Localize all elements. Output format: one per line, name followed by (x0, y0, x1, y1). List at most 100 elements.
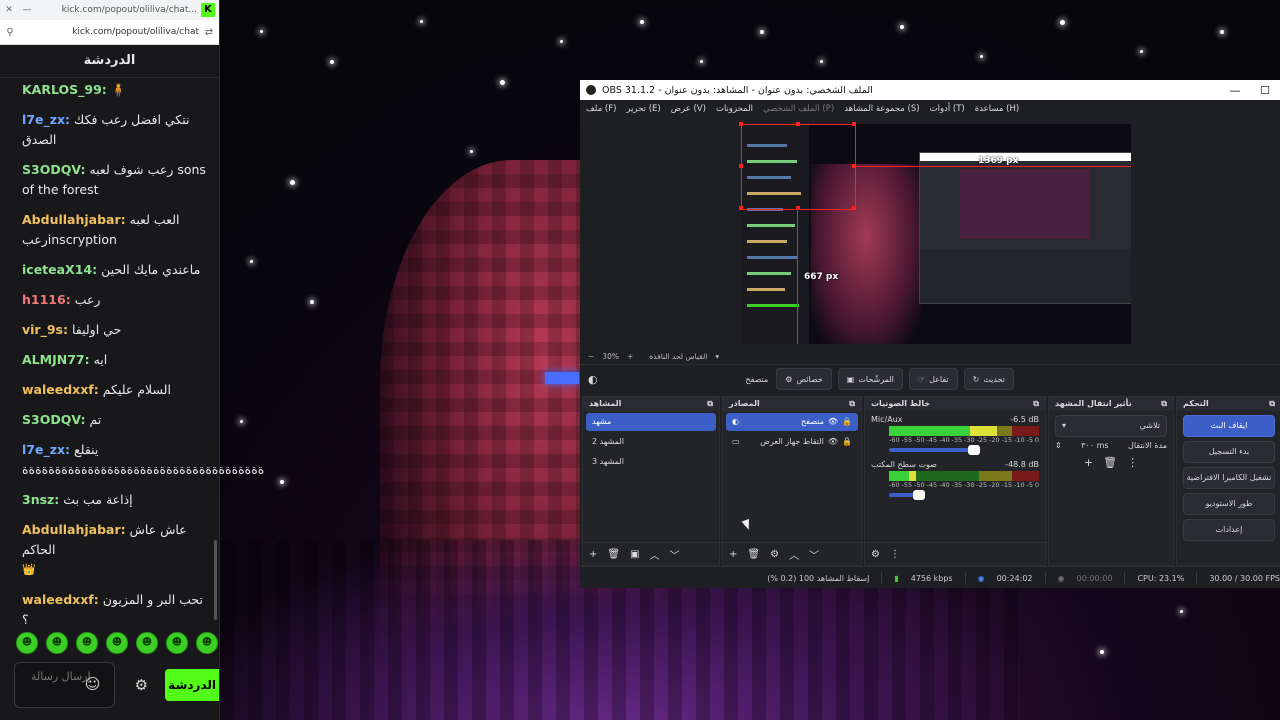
more-options-icon[interactable]: ⋮ (1127, 456, 1138, 469)
menu-item[interactable]: الملف الشخصي (P) (763, 104, 834, 114)
chat-message-text: ماعندي مايك الحين (101, 262, 201, 277)
menu-item[interactable]: مجموعة المشاهد (S) (844, 104, 919, 114)
scene-item[interactable]: المشهد 3 (586, 453, 716, 471)
chat-username[interactable]: S3ODQV: (22, 162, 85, 177)
advanced-audio-icon[interactable]: ⚙ (871, 549, 880, 560)
menu-item[interactable]: ملف (F) (586, 104, 616, 114)
maximize-icon[interactable]: ☐ (1250, 84, 1280, 97)
add-icon[interactable]: + (729, 549, 737, 560)
chat-username[interactable]: waleedxxf: (22, 382, 99, 397)
chevron-up-icon[interactable]: ︿ (650, 547, 660, 562)
menu-item[interactable]: عرض (V) (671, 104, 706, 114)
selected-source-name: متصفح (745, 374, 769, 384)
emote-icon[interactable]: ☻ (46, 632, 68, 654)
emote-icon[interactable]: ☻ (166, 632, 188, 654)
undock-icon[interactable]: ⧉ (1269, 397, 1275, 411)
control-button[interactable]: تشغيل الكاميرا الافتراضية (1183, 467, 1275, 489)
menu-item[interactable]: المحزونات (716, 104, 753, 114)
add-icon[interactable]: + (1084, 456, 1093, 469)
undock-icon[interactable]: ⧉ (707, 397, 713, 411)
chevron-down-icon[interactable]: ﹀ (670, 547, 680, 562)
chat-username[interactable]: 3nsz: (22, 492, 59, 507)
chevron-down-icon[interactable]: ﹀ (809, 547, 819, 562)
emoji-icon[interactable]: ☺ (85, 675, 101, 693)
gear-icon[interactable]: ⚙ (770, 549, 779, 560)
scale-tick: -40 (939, 481, 950, 489)
control-button[interactable]: بدء التسجيل (1183, 441, 1275, 463)
close-tab-icon[interactable]: ✕ (0, 5, 18, 15)
chat-input[interactable]: إرسال رسالة ☺ (14, 662, 116, 708)
zoom-in-icon[interactable]: + (627, 352, 633, 361)
transition-select[interactable]: ▾ تلاشي (1055, 415, 1167, 437)
zoom-mode[interactable]: القياس لحد النافذة (649, 352, 707, 361)
menu-item[interactable]: أدوات (T) (930, 104, 965, 114)
audio-mixer-dock: خالط الصوتيات ⧉ Mic/Aux -6.5 dB -60 -55 -50 -4… (864, 396, 1051, 566)
menu-item[interactable]: مساعدة (H) (975, 104, 1019, 114)
volume-slider[interactable] (889, 445, 980, 455)
chat-username[interactable]: iceteaX14: (22, 262, 97, 277)
chat-send-button[interactable]: الدردشة (165, 669, 219, 701)
chat-username[interactable]: l7e_zx: (22, 112, 70, 127)
trash-icon[interactable]: 🗑 (747, 549, 760, 560)
chat-username[interactable]: l7e_zx: (22, 442, 70, 457)
chevron-down-icon[interactable]: ▾ (715, 352, 719, 361)
more-options-icon[interactable]: ⋮ (890, 549, 900, 560)
emote-icon[interactable]: ☻ (76, 632, 98, 654)
control-button[interactable]: ايقاف البث (1183, 415, 1275, 437)
volume-slider[interactable] (889, 490, 925, 500)
lock-icon[interactable]: 🔒 (842, 413, 852, 431)
control-button[interactable]: طور الاستوديو (1183, 493, 1275, 515)
bitrate: 4756 kbps (910, 573, 953, 583)
emote-icon[interactable]: ☻ (106, 632, 128, 654)
chat-username[interactable]: S3ODQV: (22, 412, 85, 427)
menu-item[interactable]: تحرير (E) (626, 104, 660, 114)
chat-username[interactable]: vir_9s: (22, 322, 68, 337)
minimize-icon[interactable]: — (18, 5, 36, 15)
undock-icon[interactable]: ⧉ (849, 397, 855, 411)
browser-tab-bar: ✕ — kick.com/popout/oliliva/chat... K (0, 0, 219, 20)
emote-icon[interactable]: ☻ (16, 632, 38, 654)
chat-username[interactable]: Abdullahjabar: (22, 212, 126, 227)
properties-button[interactable]: ⚙ خصائص (776, 368, 832, 390)
site-settings-icon[interactable]: ⇄ (199, 27, 219, 38)
stepper-icon[interactable]: ⇕ (1055, 441, 1062, 450)
control-button[interactable]: إعدادات (1183, 519, 1275, 541)
gear-icon[interactable]: ⚙ (129, 676, 153, 694)
chat-username[interactable]: Abdullahjabar: (22, 522, 126, 537)
channel-db: -6.5 dB (1010, 415, 1039, 424)
chevron-up-icon[interactable]: ︿ (789, 547, 799, 562)
minimize-icon[interactable]: — (1220, 84, 1250, 97)
chat-username[interactable]: ALMJN77: (22, 352, 90, 367)
scene-item[interactable]: مشهد (586, 413, 716, 431)
visibility-eye-icon[interactable]: 👁 (828, 433, 838, 451)
source-item[interactable]: ▭ التقاط جهاز العرض 👁 🔒 (726, 433, 858, 451)
undock-icon[interactable]: ⧉ (1033, 397, 1039, 411)
chat-message: waleedxxf: السلام عليكم (22, 380, 209, 400)
interact-button[interactable]: ☞ تفاعل (908, 368, 958, 390)
emote-icon[interactable]: ☻ (136, 632, 158, 654)
emote-icon[interactable]: ☻ (196, 632, 218, 654)
trash-icon[interactable]: 🗑 (1103, 456, 1117, 469)
lock-icon[interactable]: 🔒 (842, 433, 852, 451)
chat-input-row: إرسال رسالة ☺ ⚙ الدردشة (14, 662, 219, 708)
chat-scrollbar[interactable] (214, 540, 217, 620)
refresh-button[interactable]: ↻ تحديث (963, 368, 1014, 390)
transition-duration[interactable]: ٣٠٠ ms (1081, 441, 1108, 450)
source-selection-box[interactable] (741, 124, 856, 210)
filters-button[interactable]: ▣ المرشّحات (837, 368, 903, 390)
undock-icon[interactable]: ⧉ (1161, 397, 1167, 411)
chat-username[interactable]: h1116: (22, 292, 71, 307)
scene-item[interactable]: المشهد 2 (586, 433, 716, 451)
zoom-out-icon[interactable]: − (588, 352, 594, 361)
filter-icon[interactable]: ▣ (630, 549, 639, 560)
address-url[interactable]: kick.com/popout/oliliva/chat (20, 27, 199, 37)
scale-tick: -25 (976, 436, 988, 444)
add-icon[interactable]: + (589, 549, 597, 560)
trash-icon[interactable]: 🗑 (607, 549, 620, 560)
chat-message-text: رعب (74, 292, 101, 307)
chat-username[interactable]: KARLOS_99: (22, 82, 107, 97)
chat-username[interactable]: waleedxxf: (22, 592, 99, 607)
browser-address-bar[interactable]: ⚲ kick.com/popout/oliliva/chat ⇄ (0, 20, 219, 45)
visibility-eye-icon[interactable]: 👁 (828, 413, 838, 431)
source-item[interactable]: ◐ متصفح 👁 🔒 (726, 413, 858, 431)
